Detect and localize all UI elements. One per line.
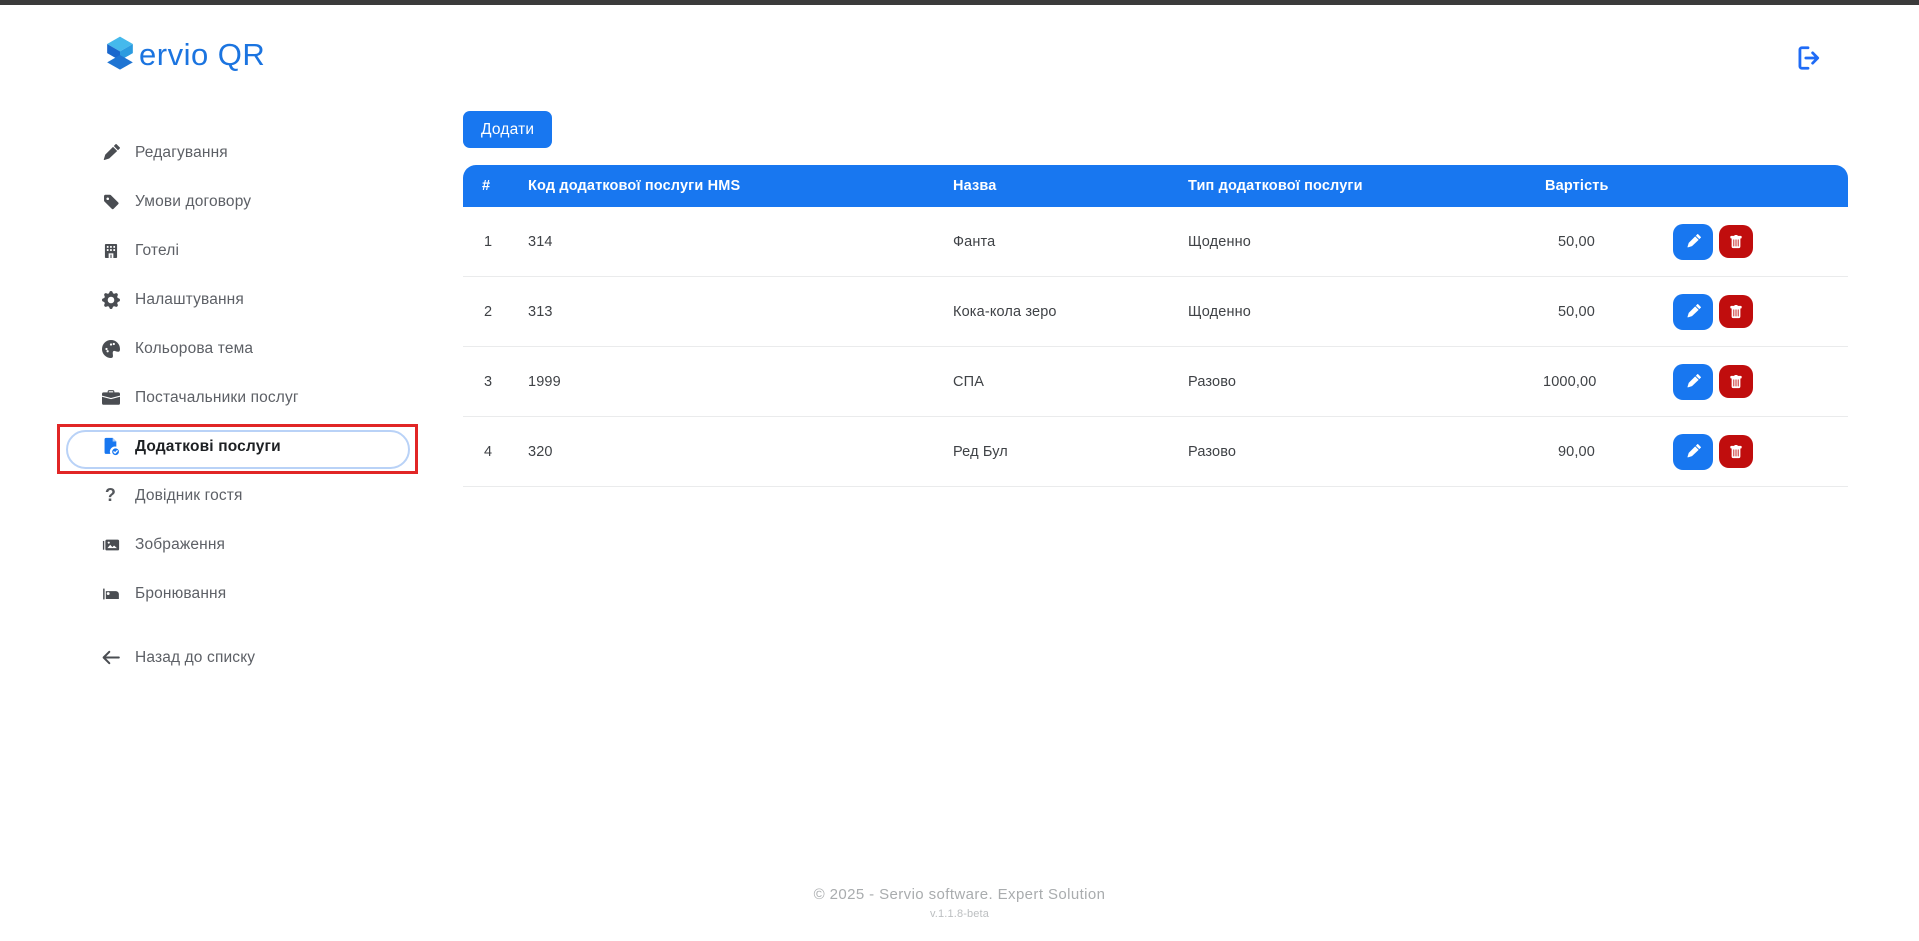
pencil-icon [1686, 304, 1701, 319]
back-to-list-link[interactable]: Назад до списку [57, 633, 418, 682]
cell-code: 314 [528, 234, 953, 250]
cell-code: 313 [528, 304, 953, 320]
sidebar-item-label: Бронювання [135, 585, 226, 603]
cell-type: Разово [1188, 374, 1543, 390]
sidebar-item-color-theme[interactable]: Кольорова тема [57, 324, 418, 373]
sidebar-item-bookings[interactable]: Бронювання [57, 569, 418, 618]
cell-name: СПА [953, 374, 1188, 390]
sidebar-item-additional-services[interactable]: Додаткові послуги [57, 422, 418, 471]
sidebar-item-label: Налаштування [135, 291, 244, 309]
logo[interactable]: ervio QR [98, 33, 265, 77]
sidebar-item-label: Зображення [135, 536, 225, 554]
cell-num: 3 [463, 374, 528, 390]
cell-price: 50,00 [1543, 304, 1673, 320]
sidebar-item-hotels[interactable]: Готелі [57, 226, 418, 275]
sidebar-item-editing[interactable]: Редагування [57, 128, 418, 177]
table-row: 4 320 Ред Бул Разово 90,00 [463, 417, 1848, 487]
sidebar-item-contract-terms[interactable]: Умови договору [57, 177, 418, 226]
table-row: 1 314 Фанта Щоденно 50,00 [463, 207, 1848, 277]
column-header-num: # [463, 178, 528, 194]
cell-num: 1 [463, 234, 528, 250]
trash-icon [1729, 235, 1743, 249]
services-table: # Код додаткової послуги HMS Назва Тип д… [463, 165, 1848, 487]
delete-row-button[interactable] [1719, 365, 1753, 398]
cell-type: Щоденно [1188, 304, 1543, 320]
cell-name: Ред Бул [953, 444, 1188, 460]
bed-icon [100, 583, 121, 604]
delete-row-button[interactable] [1719, 435, 1753, 468]
gear-icon [100, 289, 121, 310]
copyright-text: © 2025 - Servio software. Expert Solutio… [0, 886, 1919, 903]
cell-code: 1999 [528, 374, 953, 390]
sidebar-item-service-providers[interactable]: Постачальники послуг [57, 373, 418, 422]
sidebar-item-label: Довідник гостя [135, 487, 243, 505]
palette-icon [100, 338, 121, 359]
cell-price: 90,00 [1543, 444, 1673, 460]
cell-price: 50,00 [1543, 234, 1673, 250]
pencil-icon [1686, 374, 1701, 389]
column-header-price: Вартість [1543, 178, 1673, 194]
sidebar: Редагування Умови договору Готелі [57, 128, 418, 682]
cell-num: 4 [463, 444, 528, 460]
delete-row-button[interactable] [1719, 225, 1753, 258]
trash-icon [1729, 305, 1743, 319]
pencil-icon [100, 142, 121, 163]
version-text: v.1.1.8-beta [0, 908, 1919, 920]
table-row: 2 313 Кока-кола зеро Щоденно 50,00 [463, 277, 1848, 347]
sidebar-item-images[interactable]: Зображення [57, 520, 418, 569]
cell-name: Фанта [953, 234, 1188, 250]
file-check-icon [100, 436, 121, 457]
logout-icon[interactable] [1793, 44, 1823, 74]
table-header: # Код додаткової послуги HMS Назва Тип д… [463, 165, 1848, 207]
sidebar-item-label: Постачальники послуг [135, 389, 299, 407]
footer: © 2025 - Servio software. Expert Solutio… [0, 886, 1919, 920]
logo-s-icon [98, 33, 142, 77]
sidebar-item-label: Додаткові послуги [135, 438, 281, 456]
pencil-icon [1686, 234, 1701, 249]
sidebar-item-label: Редагування [135, 144, 228, 162]
edit-row-button[interactable] [1673, 364, 1713, 400]
delete-row-button[interactable] [1719, 295, 1753, 328]
column-header-code: Код додаткової послуги HMS [528, 178, 953, 194]
cell-name: Кока-кола зеро [953, 304, 1188, 320]
building-icon [100, 240, 121, 261]
top-border [0, 0, 1919, 5]
column-header-name: Назва [953, 178, 1188, 194]
edit-row-button[interactable] [1673, 434, 1713, 470]
sidebar-item-guest-directory[interactable]: ? Довідник гостя [57, 471, 418, 520]
cell-code: 320 [528, 444, 953, 460]
trash-icon [1729, 445, 1743, 459]
cell-price: 1000,00 [1543, 374, 1673, 390]
pencil-icon [1686, 444, 1701, 459]
sidebar-item-label: Кольорова тема [135, 340, 253, 358]
back-to-list-label: Назад до списку [135, 649, 255, 667]
sidebar-item-label: Готелі [135, 242, 179, 260]
tag-icon [100, 191, 121, 212]
table-row: 3 1999 СПА Разово 1000,00 [463, 347, 1848, 417]
column-header-type: Тип додаткової послуги [1188, 178, 1543, 194]
cell-type: Щоденно [1188, 234, 1543, 250]
images-icon [100, 534, 121, 555]
question-icon: ? [100, 485, 121, 506]
trash-icon [1729, 375, 1743, 389]
edit-row-button[interactable] [1673, 294, 1713, 330]
edit-row-button[interactable] [1673, 224, 1713, 260]
sidebar-item-label: Умови договору [135, 193, 251, 211]
cell-type: Разово [1188, 444, 1543, 460]
sidebar-item-settings[interactable]: Налаштування [57, 275, 418, 324]
cell-num: 2 [463, 304, 528, 320]
briefcase-icon [100, 387, 121, 408]
logo-text: ervio QR [139, 37, 265, 73]
add-button[interactable]: Додати [463, 111, 552, 148]
arrow-left-icon [100, 647, 121, 668]
